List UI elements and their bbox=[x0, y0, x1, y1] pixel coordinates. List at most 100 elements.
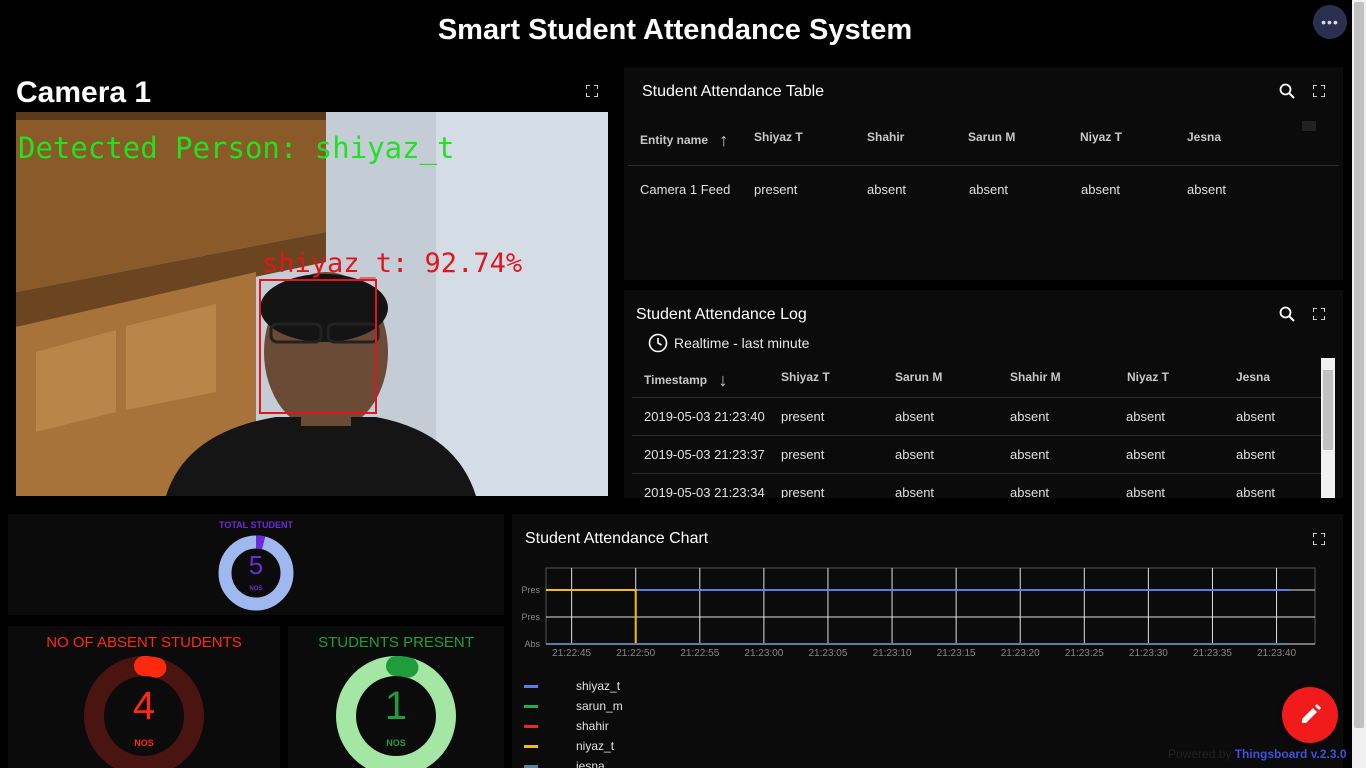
page-scrollbar-thumb[interactable] bbox=[1354, 2, 1364, 728]
total-student-value: 5 bbox=[248, 550, 264, 580]
x-tick-label: 21:23:10 bbox=[873, 648, 912, 659]
detected-person-text: Detected Person: shiyaz_t bbox=[18, 131, 455, 166]
column-header[interactable]: Sarun M bbox=[968, 130, 1015, 144]
table-cell: 2019-05-03 21:23:37 bbox=[644, 447, 765, 462]
thingsboard-link[interactable]: Thingsboard v.2.3.0 bbox=[1235, 747, 1347, 761]
table-cell: 2019-05-03 21:23:34 bbox=[644, 485, 765, 498]
x-tick-label: 21:23:25 bbox=[1065, 648, 1104, 659]
x-tick-label: 21:23:30 bbox=[1129, 648, 1168, 659]
table-cell: absent bbox=[1010, 485, 1050, 498]
chart-title: Student Attendance Chart bbox=[525, 530, 709, 547]
more-horizontal-icon: ••• bbox=[1321, 14, 1339, 30]
absent-unit: NOS bbox=[134, 738, 154, 748]
table-row[interactable]: Camera 1 Feed present absent absent abse… bbox=[628, 166, 1339, 212]
x-tick-label: 21:23:40 bbox=[1257, 648, 1296, 659]
column-header[interactable]: Shiyaz T bbox=[754, 130, 803, 144]
legend-item[interactable]: shahir bbox=[524, 716, 623, 736]
timewindow-label: Realtime - last minute bbox=[674, 335, 810, 351]
column-header[interactable]: Jesna bbox=[1187, 130, 1221, 144]
column-header-timestamp[interactable]: Timestamp ↓ bbox=[644, 370, 727, 391]
column-header-entity-name[interactable]: Entity name ↑ bbox=[640, 130, 728, 151]
legend-swatch bbox=[524, 704, 538, 708]
legend-item[interactable]: shiyaz_t bbox=[524, 676, 623, 696]
attendance-table-widget: Student Attendance Table Entity name ↑ S… bbox=[624, 67, 1343, 280]
total-student-label: TOTAL STUDENT bbox=[219, 520, 293, 530]
legend-label: niyaz_t bbox=[576, 739, 615, 753]
legend-item[interactable]: sarun_m bbox=[524, 696, 623, 716]
attendance-log-title: Student Attendance Log bbox=[636, 306, 807, 323]
present-value: 1 bbox=[384, 684, 408, 728]
log-scrollbar[interactable] bbox=[1321, 358, 1335, 498]
x-tick-label: 21:22:45 bbox=[552, 648, 591, 659]
arrow-down-icon: ↓ bbox=[718, 370, 728, 390]
x-tick-label: 21:23:00 bbox=[744, 648, 783, 659]
y-tick-label: Abs bbox=[524, 639, 540, 649]
x-tick-label: 21:23:35 bbox=[1193, 648, 1232, 659]
total-student-unit: NOS bbox=[249, 586, 263, 592]
table-row[interactable]: 2019-05-03 21:23:40 present absent absen… bbox=[632, 398, 1321, 436]
table-cell: present bbox=[781, 409, 825, 424]
total-student-widget: TOTAL STUDENT 5 NOS bbox=[8, 514, 504, 615]
timewindow-selector[interactable]: Realtime - last minute bbox=[648, 333, 809, 353]
table-cell: absent bbox=[1126, 485, 1166, 498]
legend-item[interactable]: jesna bbox=[524, 756, 623, 768]
table-cell: present bbox=[754, 182, 798, 197]
x-tick-label: 21:22:55 bbox=[680, 648, 719, 659]
clock-icon bbox=[648, 333, 668, 353]
column-header[interactable]: Shiyaz T bbox=[781, 370, 830, 384]
table-cell: absent bbox=[1010, 409, 1050, 424]
fullscreen-icon[interactable] bbox=[1313, 533, 1325, 545]
attendance-line-chart: 21:22:45 21:22:50 21:22:55 21:23:00 21:23:05… bbox=[521, 567, 1316, 659]
table-cell: absent bbox=[969, 182, 1009, 197]
table-cell: absent bbox=[1187, 182, 1227, 197]
camera-title: Camera 1 bbox=[16, 76, 152, 109]
table-cell: absent bbox=[1126, 447, 1166, 462]
table-cell: 2019-05-03 21:23:40 bbox=[644, 409, 765, 424]
absent-value: 4 bbox=[132, 684, 156, 728]
table-cell: present bbox=[781, 485, 825, 498]
legend-item[interactable]: niyaz_t bbox=[524, 736, 623, 756]
present-widget: STUDENTS PRESENT 1 NOS bbox=[288, 626, 504, 768]
x-tick-label: 21:23:20 bbox=[1001, 648, 1040, 659]
powered-by-text: Powered by Thingsboard v.2.3.0 bbox=[1168, 747, 1347, 761]
column-header[interactable]: Sarun M bbox=[895, 370, 942, 384]
camera-feed: Detected Person: shiyaz_t shiyaz_t: 92.7… bbox=[16, 112, 608, 496]
camera-fullscreen-icon[interactable] bbox=[586, 85, 598, 97]
search-icon[interactable] bbox=[1279, 306, 1295, 322]
table-row[interactable]: 2019-05-03 21:23:34 present absent absen… bbox=[632, 474, 1321, 498]
absent-widget: NO OF ABSENT STUDENTS 4 NOS bbox=[8, 626, 280, 768]
table-cell: present bbox=[781, 447, 825, 462]
fullscreen-icon[interactable] bbox=[1313, 85, 1325, 97]
table-row[interactable]: 2019-05-03 21:23:37 present absent absen… bbox=[632, 436, 1321, 474]
table-cell: absent bbox=[1236, 485, 1276, 498]
legend-swatch bbox=[524, 764, 538, 768]
x-tick-label: 21:23:05 bbox=[808, 648, 847, 659]
camera-image: Detected Person: shiyaz_t shiyaz_t: 92.7… bbox=[16, 112, 608, 496]
column-settings-icon[interactable] bbox=[1302, 121, 1316, 131]
column-header[interactable]: Niyaz T bbox=[1127, 370, 1169, 384]
column-header[interactable]: Shahir M bbox=[1010, 370, 1061, 384]
table-cell: absent bbox=[895, 409, 935, 424]
table-cell: absent bbox=[895, 485, 935, 498]
table-cell: Camera 1 Feed bbox=[640, 182, 731, 197]
fullscreen-icon[interactable] bbox=[1313, 308, 1325, 320]
table-cell: absent bbox=[895, 447, 935, 462]
chart-legend: shiyaz_t sarun_mshahir niyaz_tjesna bbox=[524, 676, 623, 768]
legend-label: shahir bbox=[576, 719, 609, 733]
column-header[interactable]: Jesna bbox=[1236, 370, 1270, 384]
column-header[interactable]: Shahir bbox=[867, 130, 904, 144]
table-cell: absent bbox=[867, 182, 907, 197]
table-cell: absent bbox=[1236, 409, 1276, 424]
more-options-button[interactable]: ••• bbox=[1313, 5, 1347, 39]
absent-label: NO OF ABSENT STUDENTS bbox=[46, 634, 242, 651]
face-box-label: shiyaz_t: 92.74% bbox=[262, 248, 522, 279]
plot-frame bbox=[545, 567, 1316, 645]
search-icon[interactable] bbox=[1279, 83, 1295, 99]
legend-swatch bbox=[524, 744, 538, 748]
table-cell: absent bbox=[1081, 182, 1121, 197]
pencil-icon bbox=[1302, 704, 1321, 723]
page-title: Smart Student Attendance System bbox=[437, 14, 913, 46]
column-header[interactable]: Niyaz T bbox=[1080, 130, 1122, 144]
edit-dashboard-button[interactable] bbox=[1282, 687, 1338, 743]
table-cell: absent bbox=[1010, 447, 1050, 462]
